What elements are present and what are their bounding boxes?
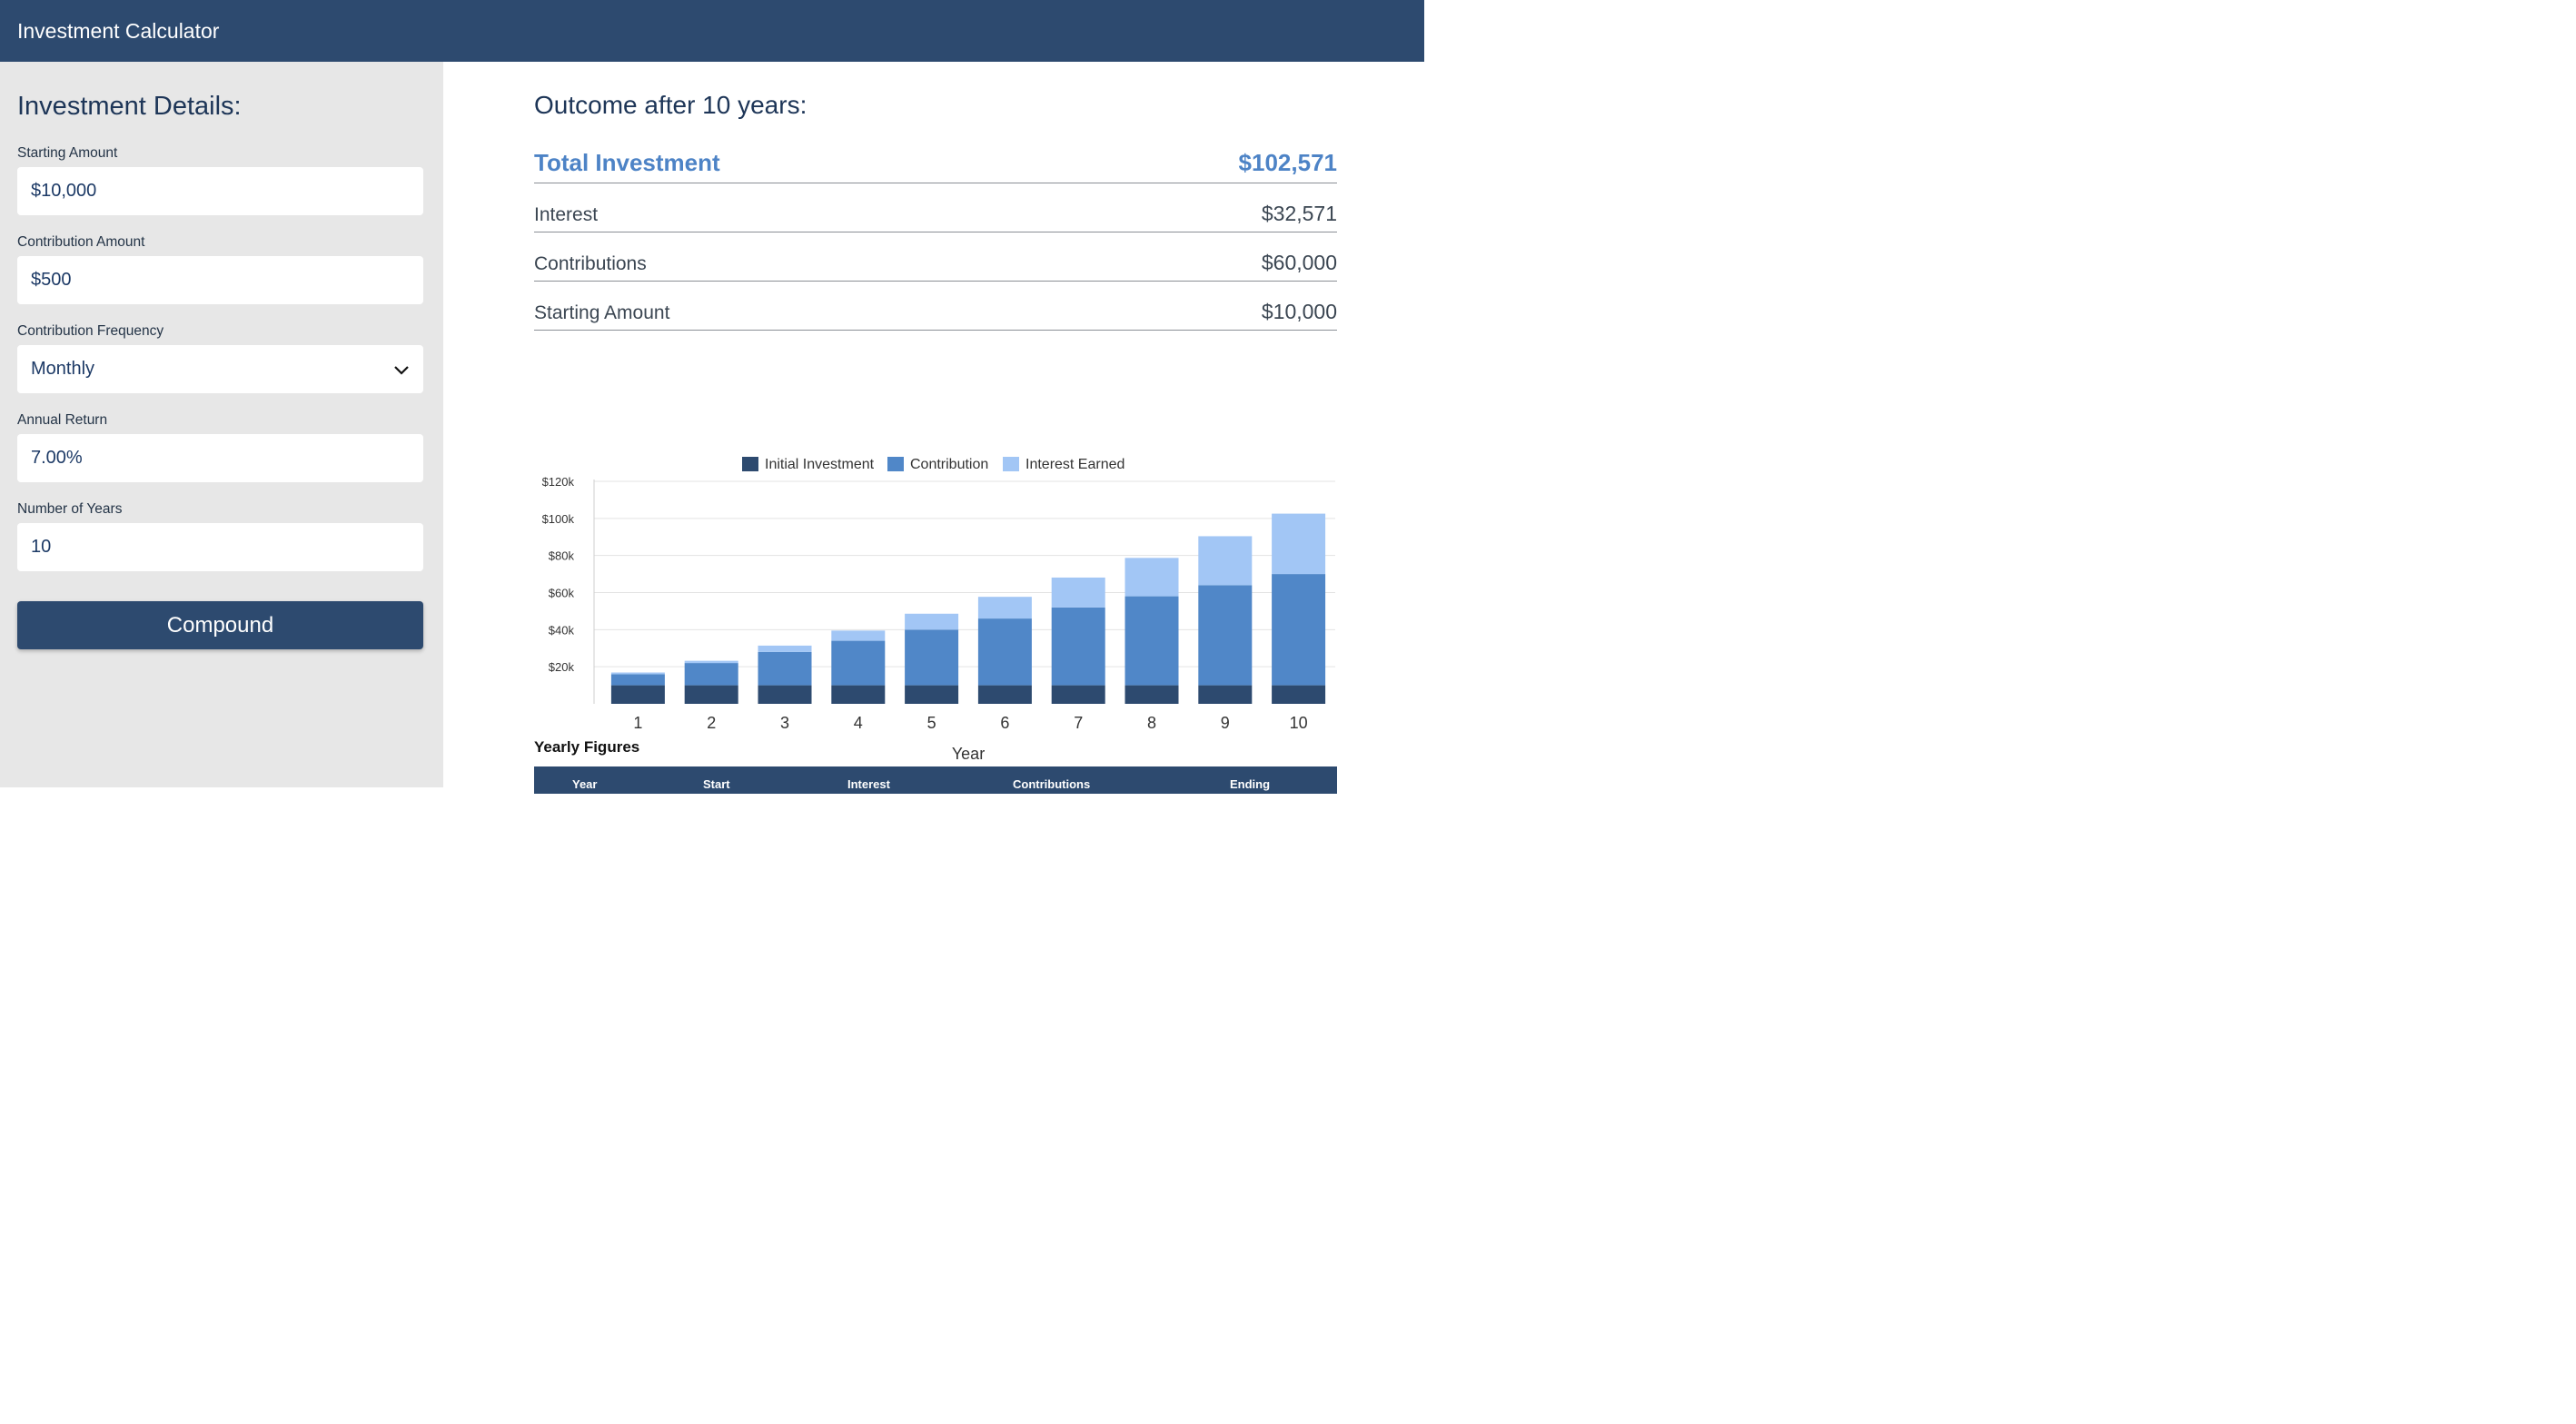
x-tick-label: 9 [1221,714,1230,732]
bar-segment [684,685,738,704]
bar-segment [1051,577,1105,608]
y-tick-label: $100k [542,512,575,526]
bar-segment [758,685,812,704]
annual-return-input[interactable]: 7.00% [17,434,423,482]
y-tick-label: $80k [549,549,575,563]
chevron-down-icon [394,365,409,375]
starting-amount-value: $10,000 [31,181,97,201]
bar-segment [610,672,665,675]
bar-segment [1125,685,1179,704]
compound-button[interactable]: Compound [17,601,423,649]
bar-segment [684,660,738,664]
contributions-value: $60,000 [1261,251,1337,274]
bar-segment [1198,536,1253,586]
starting-amount-label: Starting Amount [17,145,118,161]
bar-segment [610,685,665,704]
contribution-amount-label: Contribution Amount [17,234,145,250]
bar-segment [1125,596,1179,686]
y-tick-label: $40k [549,623,575,637]
investment-form-panel: Investment Details: Starting Amount $10,… [0,62,443,787]
bar-segment [831,640,886,686]
bar-segment [1198,685,1253,704]
bar-segment [977,685,1032,704]
results-panel: Outcome after 10 years: Total Investment… [443,62,1424,794]
total-investment-row: Total Investment $102,571 [534,142,1337,183]
bar-segment [905,629,959,686]
years-input[interactable]: 10 [17,523,423,571]
y-tick-label: $20k [549,660,575,674]
outcome-heading: Outcome after 10 years: [534,91,807,119]
x-tick-label: 1 [633,714,642,732]
x-tick-label: 5 [927,714,936,732]
starting-amount-summary-value: $10,000 [1261,300,1337,323]
bar-segment [758,645,812,652]
bar-segment [905,685,959,704]
bar-segment [1198,585,1253,686]
bar-segment [1272,574,1326,686]
y-tick-label: $120k [542,475,575,489]
contributions-row: Contributions $60,000 [534,232,1337,282]
app-header: Investment Calculator [0,0,1424,62]
col-header-ending[interactable]: Ending [1230,777,1270,791]
total-investment-label: Total Investment [534,149,720,176]
x-tick-label: 2 [707,714,716,732]
bar-segment [1272,685,1326,704]
total-investment-value: $102,571 [1238,149,1337,176]
app-title: Investment Calculator [17,18,220,43]
yearly-figures-header: Year Start Interest Contributions Ending [534,766,1337,794]
legend-label: Contribution [910,457,988,472]
contribution-amount-value: $500 [31,270,72,290]
x-axis-label: Year [952,745,985,763]
starting-amount-row: Starting Amount $10,000 [534,282,1337,331]
bar-segment [1125,558,1179,597]
legend-swatch [1003,457,1019,471]
bar-segment [610,674,665,686]
col-header-interest[interactable]: Interest [847,777,890,791]
x-tick-label: 4 [854,714,863,732]
bar-segment [1051,685,1105,704]
bar-segment [977,618,1032,686]
starting-amount-input[interactable]: $10,000 [17,167,423,215]
contribution-frequency-label: Contribution Frequency [17,323,164,339]
bar-segment [1272,513,1326,575]
yearly-figures-title: Yearly Figures [534,738,640,756]
x-tick-label: 6 [1000,714,1009,732]
legend-label: Initial Investment [765,457,875,472]
bar-segment [1051,607,1105,686]
x-tick-label: 3 [780,714,789,732]
bar-segment [905,613,959,630]
growth-chart: $20k $40k $60k $80k $100k $120k 1 2 3 4 5 6 7 8 9 10 Yea… [534,389,1337,770]
form-heading: Investment Details: [17,92,242,121]
interest-row: Interest $32,571 [534,183,1337,232]
growth-chart-svg: $20k $40k $60k $80k $100k $120k 1 2 3 4 5 6 7 8 9 10 Yea… [542,457,1335,763]
years-label: Number of Years [17,501,123,517]
outcome-summary: Total Investment $102,571 Interest $32,5… [534,142,1337,331]
legend-swatch [742,457,758,471]
interest-value: $32,571 [1261,202,1337,225]
years-value: 10 [31,537,52,557]
bar-segment [758,651,812,686]
annual-return-label: Annual Return [17,412,108,428]
contribution-frequency-value: Monthly [31,359,95,379]
bar-segment [831,685,886,704]
x-tick-label: 7 [1074,714,1083,732]
legend-label: Interest Earned [1025,457,1125,472]
bar-segment [977,597,1032,619]
x-tick-label: 8 [1147,714,1156,732]
starting-amount-summary-label: Starting Amount [534,302,670,323]
interest-label: Interest [534,204,599,225]
bar-segment [684,663,738,686]
bar-segment [831,630,886,641]
annual-return-value: 7.00% [31,448,83,468]
col-header-contributions[interactable]: Contributions [1013,777,1090,791]
contributions-label: Contributions [534,253,647,274]
contribution-amount-input[interactable]: $500 [17,256,423,304]
col-header-start[interactable]: Start [703,777,730,791]
contribution-frequency-select[interactable]: Monthly [17,345,423,393]
x-tick-label: 10 [1290,714,1308,732]
legend-swatch [887,457,904,471]
col-header-year[interactable]: Year [572,777,597,791]
y-tick-label: $60k [549,587,575,600]
